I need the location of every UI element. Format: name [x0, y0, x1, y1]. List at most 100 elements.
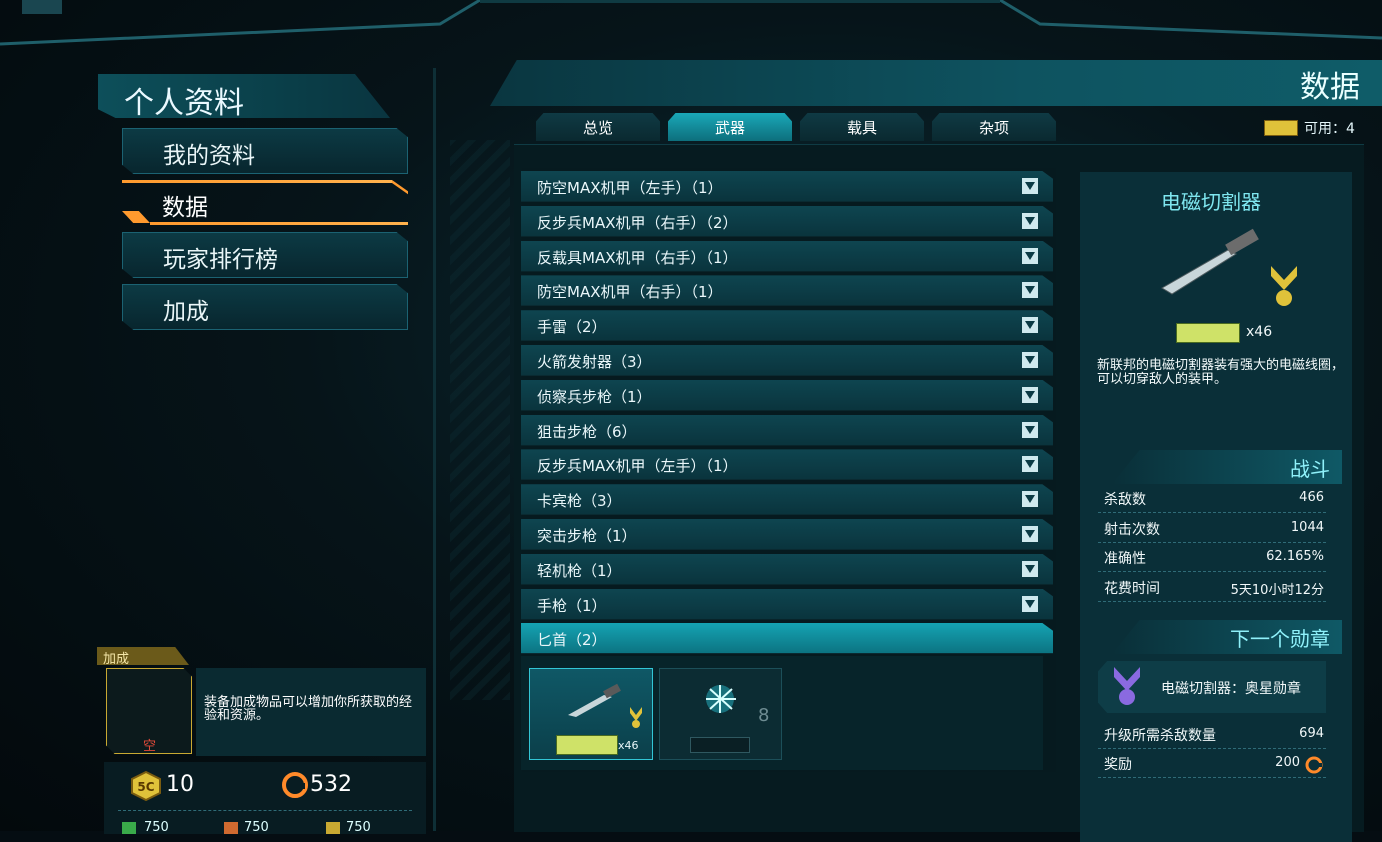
- top-frame-decoration: [0, 0, 1382, 46]
- category-label: 手雷（2）: [537, 318, 607, 337]
- tab-overview[interactable]: 总览: [536, 113, 660, 141]
- weapon-count: x46: [618, 739, 639, 752]
- nav-active-line-top: [122, 180, 392, 183]
- stats-title: 数据: [1300, 70, 1360, 105]
- dropdown-arrow-icon[interactable]: [1022, 178, 1038, 194]
- medal-gold-icon: [1271, 266, 1297, 306]
- profile-title-text: 个人资料: [124, 86, 244, 121]
- currency-divider: [118, 810, 412, 812]
- combat-section-header: 战斗: [1112, 450, 1342, 484]
- stat-row: 杀敌数 466: [1098, 484, 1326, 513]
- category-label: 防空MAX机甲（右手）（1）: [537, 283, 723, 302]
- nav-label: 加成: [163, 299, 209, 325]
- weapon-card-selected[interactable]: x46: [529, 668, 653, 760]
- stat-row: 准确性 62.165%: [1098, 543, 1326, 572]
- category-row-knife-open[interactable]: 匕首（2）: [521, 623, 1053, 654]
- category-row[interactable]: 侦察兵步枪（1）: [521, 379, 1053, 411]
- category-row[interactable]: 突击步枪（1）: [521, 519, 1053, 550]
- cert-progress-empty: [690, 737, 750, 753]
- category-label: 突击步枪（1）: [537, 527, 637, 545]
- resource-boost-icon: [224, 822, 238, 834]
- weapon-card[interactable]: 8: [659, 668, 782, 760]
- nav-leaderboard[interactable]: 玩家排行榜: [122, 232, 408, 278]
- stat-value: 1044: [1290, 519, 1324, 535]
- category-row[interactable]: 反载具MAX机甲（右手）（1）: [521, 240, 1053, 272]
- hatch-decoration: [450, 140, 510, 700]
- dropdown-arrow-icon[interactable]: [1022, 526, 1038, 542]
- cert-progress-icon: [1176, 323, 1240, 343]
- category-row[interactable]: 卡宾枪（3）: [521, 484, 1053, 516]
- category-row[interactable]: 轻机枪（1）: [521, 553, 1053, 585]
- medal-purple-icon: [1114, 667, 1140, 705]
- nav-active-line-bottom: [150, 222, 408, 225]
- dropdown-arrow-icon[interactable]: [1022, 317, 1038, 334]
- bonus-tag: 加成: [97, 647, 189, 665]
- dropdown-arrow-icon[interactable]: [1022, 456, 1038, 473]
- tab-weapons[interactable]: 武器: [668, 113, 792, 141]
- boost-value: 750: [244, 820, 269, 835]
- category-label: 反步兵MAX机甲（左手）（1）: [537, 457, 738, 476]
- dropdown-arrow-icon[interactable]: [1022, 386, 1038, 403]
- next-medal-section-title: 下一个勋章: [1230, 627, 1330, 651]
- certs-value: 10: [166, 772, 194, 797]
- cash-icon: [282, 772, 308, 798]
- dropdown-arrow-icon[interactable]: [1022, 491, 1038, 508]
- stat-key: 杀敌数: [1104, 492, 1146, 508]
- dropdown-arrow-icon[interactable]: [1022, 247, 1038, 264]
- nav-my-profile[interactable]: 我的资料: [122, 128, 408, 174]
- cert-boost-icon: [326, 822, 340, 834]
- medal-icon: [630, 707, 642, 728]
- category-label: 狙击步枪（6）: [537, 422, 637, 441]
- xp-boost-icon: [122, 822, 136, 834]
- category-row[interactable]: 防空MAX机甲（右手）（1）: [521, 275, 1053, 307]
- cash-icon: [1305, 756, 1323, 774]
- stat-value: 5天10小时12分: [1230, 582, 1324, 598]
- tab-vehicles[interactable]: 载具: [800, 113, 924, 141]
- fist-icon: [706, 685, 736, 713]
- stats-header-bar: [490, 60, 1382, 106]
- boost-value: 750: [144, 820, 169, 835]
- dropdown-arrow-icon[interactable]: [1022, 421, 1038, 438]
- dropdown-arrow-icon[interactable]: [1022, 595, 1038, 612]
- next-medal-row: 电磁切割器：奥星勋章: [1098, 661, 1326, 713]
- dropdown-arrow-icon[interactable]: [1022, 212, 1038, 229]
- stat-value: 466: [1299, 490, 1324, 505]
- stat-key: 花费时间: [1104, 580, 1160, 597]
- tab-misc[interactable]: 杂项: [932, 113, 1056, 141]
- svg-text:5C: 5C: [137, 780, 154, 794]
- cash-value: 532: [310, 772, 352, 797]
- panel-separator: [433, 68, 436, 831]
- weapon-name: 电磁切割器: [1161, 190, 1261, 214]
- category-row[interactable]: 狙击步枪（6）: [521, 414, 1053, 446]
- category-row[interactable]: 手枪（1）: [521, 588, 1053, 620]
- nav-active-marker: [122, 211, 150, 223]
- bonus-description: 装备加成物品可以增加你所获取的经验和资源。: [204, 695, 413, 723]
- bonus-tag-label: 加成: [103, 652, 130, 667]
- category-row[interactable]: 反步兵MAX机甲（左手）（1）: [521, 449, 1053, 481]
- medal-stat-row: 奖励 200: [1098, 749, 1326, 778]
- stat-key: 升级所需杀敌数量: [1104, 728, 1216, 744]
- category-row[interactable]: 手雷（2）: [521, 310, 1053, 342]
- dropdown-arrow-icon[interactable]: [1022, 560, 1038, 577]
- category-row[interactable]: 火箭发射器（3）: [521, 345, 1053, 376]
- category-label: 轻机枪（1）: [537, 561, 622, 580]
- category-label: 反载具MAX机甲（右手）（1）: [537, 248, 738, 267]
- combat-section-title: 战斗: [1290, 457, 1330, 481]
- dropdown-arrow-icon[interactable]: [1022, 352, 1038, 368]
- stat-value: 62.165%: [1266, 549, 1324, 564]
- stat-key: 准确性: [1104, 551, 1146, 567]
- category-label: 卡宾枪（3）: [537, 492, 622, 511]
- category-row[interactable]: 反步兵MAX机甲（右手）（2）: [521, 205, 1053, 237]
- stat-key: 奖励: [1104, 757, 1132, 773]
- next-medal-name: 电磁切割器：奥星勋章: [1161, 681, 1301, 697]
- nav-boosts[interactable]: 加成: [122, 284, 408, 330]
- nav-stats[interactable]: 数据: [122, 178, 408, 228]
- category-row[interactable]: 防空MAX机甲（左手）（1）: [521, 171, 1053, 202]
- available-count: 可用：4: [1304, 121, 1355, 137]
- cert-progress-icon: [556, 735, 618, 755]
- dropdown-arrow-icon[interactable]: [1022, 282, 1038, 299]
- stat-value: 694: [1299, 726, 1324, 741]
- weapon-count: 8: [758, 705, 770, 726]
- weapon-image-icon: [1161, 228, 1259, 295]
- stat-key: 射击次数: [1104, 521, 1160, 538]
